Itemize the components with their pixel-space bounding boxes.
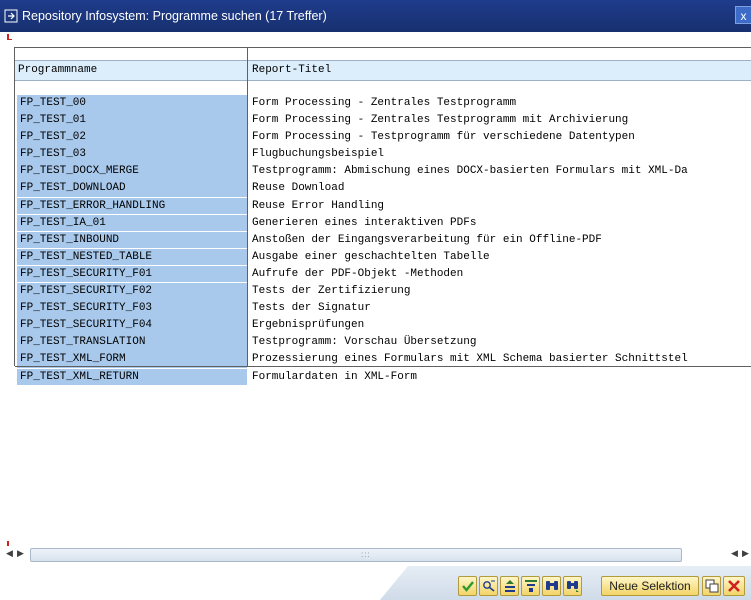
report-title-cell[interactable]: Ergebnisprüfungen [252,317,751,334]
sort-button[interactable] [500,576,519,596]
cancel-icon [728,580,740,592]
program-name-cell[interactable]: FP_TEST_ERROR_HANDLING [17,197,247,215]
program-name-cell[interactable]: FP_TEST_SECURITY_F03 [17,300,247,317]
program-name-cell[interactable]: FP_TEST_01 [17,112,247,129]
report-title-cell[interactable]: Form Processing - Zentrales Testprogramm [252,95,751,112]
horizontal-scrollbar[interactable]: ◀ ▶ ::: ◀ ▶ [0,546,751,564]
table-row[interactable]: FP_TEST_03 Flugbuchungsbeispiel [15,146,751,163]
scrollbar-grip-icon[interactable]: ::: [361,549,371,561]
table-row[interactable]: FP_TEST_SECURITY_F03 Tests der Signatur [15,300,751,317]
report-title-cell[interactable]: Testprogramm: Vorschau Übersetzung [252,334,751,351]
frame-corner-mark [7,39,12,40]
table-row[interactable]: FP_TEST_DOWNLOAD Reuse Download [15,180,751,197]
column-header-programmname[interactable]: Programmname [15,61,247,80]
program-name-cell[interactable]: FP_TEST_DOWNLOAD [17,180,247,197]
report-title-cell[interactable]: Formulardaten in XML-Form [252,369,751,386]
table-body: FP_TEST_00 Form Processing - Zentrales Te… [15,95,751,386]
checkmark-icon [461,581,474,592]
search-next-button[interactable] [563,576,582,596]
report-title-cell[interactable]: Form Processing - Testprogramm für versc… [252,129,751,146]
result-table: Programmname Report-Titel FP_TEST_00 Form… [14,47,751,385]
table-row[interactable]: FP_TEST_NESTED_TABLE Ausgabe einer gescha… [15,248,751,266]
table-row[interactable]: FP_TEST_ERROR_HANDLING Reuse Error Handli… [15,197,751,215]
report-title-cell[interactable]: Ausgabe einer geschachtelten Tabelle [252,249,751,266]
program-name-cell[interactable]: FP_TEST_00 [17,95,247,112]
window-titlebar: Repository Infosystem: Programme suchen … [0,0,751,32]
filter-icon [524,580,537,592]
confirm-button[interactable] [458,576,477,596]
program-name-cell[interactable]: FP_TEST_SECURITY_F04 [17,317,247,334]
cancel-button[interactable] [723,576,745,596]
report-title-cell[interactable]: Reuse Error Handling [252,198,751,215]
close-button[interactable]: x [735,6,751,24]
program-name-cell[interactable]: FP_TEST_03 [17,146,247,163]
copy-icon [705,579,718,593]
table-row[interactable]: FP_TEST_IA_01 Generieren eines interaktiv… [15,214,751,232]
table-row[interactable]: FP_TEST_SECURITY_F02 Tests der Zertifizie… [15,283,751,300]
program-name-cell[interactable]: FP_TEST_INBOUND [17,231,247,249]
scroll-right-icon[interactable]: ▶ [17,548,24,559]
window-icon [4,9,18,23]
program-name-cell[interactable]: FP_TEST_SECURITY_F01 [17,265,247,283]
sort-icon [504,580,515,592]
find-icon [482,580,495,592]
program-name-cell[interactable]: FP_TEST_IA_01 [17,214,247,232]
table-bottom-border [15,366,751,367]
table-row[interactable]: FP_TEST_00 Form Processing - Zentrales Te… [15,95,751,112]
table-row[interactable]: FP_TEST_DOCX_MERGE Testprogramm: Abmischu… [15,163,751,180]
table-row[interactable]: FP_TEST_INBOUND Anstoßen der Eingangsvera… [15,231,751,249]
program-name-cell[interactable]: FP_TEST_02 [17,129,247,146]
report-title-cell[interactable]: Tests der Signatur [252,300,751,317]
report-title-cell[interactable]: Tests der Zertifizierung [252,283,751,300]
column-header-report-titel[interactable]: Report-Titel [249,61,749,80]
scroll-left-icon[interactable]: ◀ [6,548,13,559]
report-title-cell[interactable]: Testprogramm: Abmischung eines DOCX-basi… [252,163,751,180]
report-title-cell[interactable]: Form Processing - Zentrales Testprogramm… [252,112,751,129]
report-title-cell[interactable]: Reuse Download [252,180,751,197]
report-title-cell[interactable]: Aufrufe der PDF-Objekt -Methoden [252,266,751,283]
table-row[interactable]: FP_TEST_TRANSLATION Testprogramm: Vorscha… [15,334,751,351]
program-name-cell[interactable]: FP_TEST_XML_RETURN [17,368,247,385]
program-name-cell[interactable]: FP_TEST_NESTED_TABLE [17,248,247,266]
scroll-left-end-icon[interactable]: ◀ [731,548,738,559]
filter-button[interactable] [521,576,540,596]
program-name-cell[interactable]: FP_TEST_DOCX_MERGE [17,163,247,180]
table-row[interactable]: FP_TEST_SECURITY_F04 Ergebnisprüfungen [15,317,751,334]
new-selection-button[interactable]: Neue Selektion [601,576,699,596]
report-title-cell[interactable]: Anstoßen der Eingangsverarbeitung für ei… [252,232,751,249]
table-row[interactable]: FP_TEST_01 Form Processing - Zentrales Te… [15,112,751,129]
program-name-cell[interactable]: FP_TEST_SECURITY_F02 [17,283,247,300]
table-row[interactable]: FP_TEST_SECURITY_F01 Aufrufe der PDF-Obje… [15,265,751,283]
table-row[interactable]: FP_TEST_02 Form Processing - Testprogramm… [15,129,751,146]
table-row[interactable]: FP_TEST_XML_RETURN Formulardaten in XML-F… [15,368,751,386]
report-title-cell[interactable]: Generieren eines interaktiven PDFs [252,215,751,232]
search-button[interactable] [542,576,561,596]
scroll-right-end-icon[interactable]: ▶ [742,548,749,559]
find-button[interactable] [479,576,498,596]
table-header: Programmname Report-Titel [15,60,751,81]
report-title-cell[interactable]: Flugbuchungsbeispiel [252,146,751,163]
window-title: Repository Infosystem: Programme suchen … [22,9,327,23]
scrollbar-track[interactable]: ::: [30,548,682,562]
binoculars-next-icon [566,581,579,592]
program-name-cell[interactable]: FP_TEST_TRANSLATION [17,334,247,351]
copy-button[interactable] [702,576,721,596]
binoculars-icon [545,581,558,590]
